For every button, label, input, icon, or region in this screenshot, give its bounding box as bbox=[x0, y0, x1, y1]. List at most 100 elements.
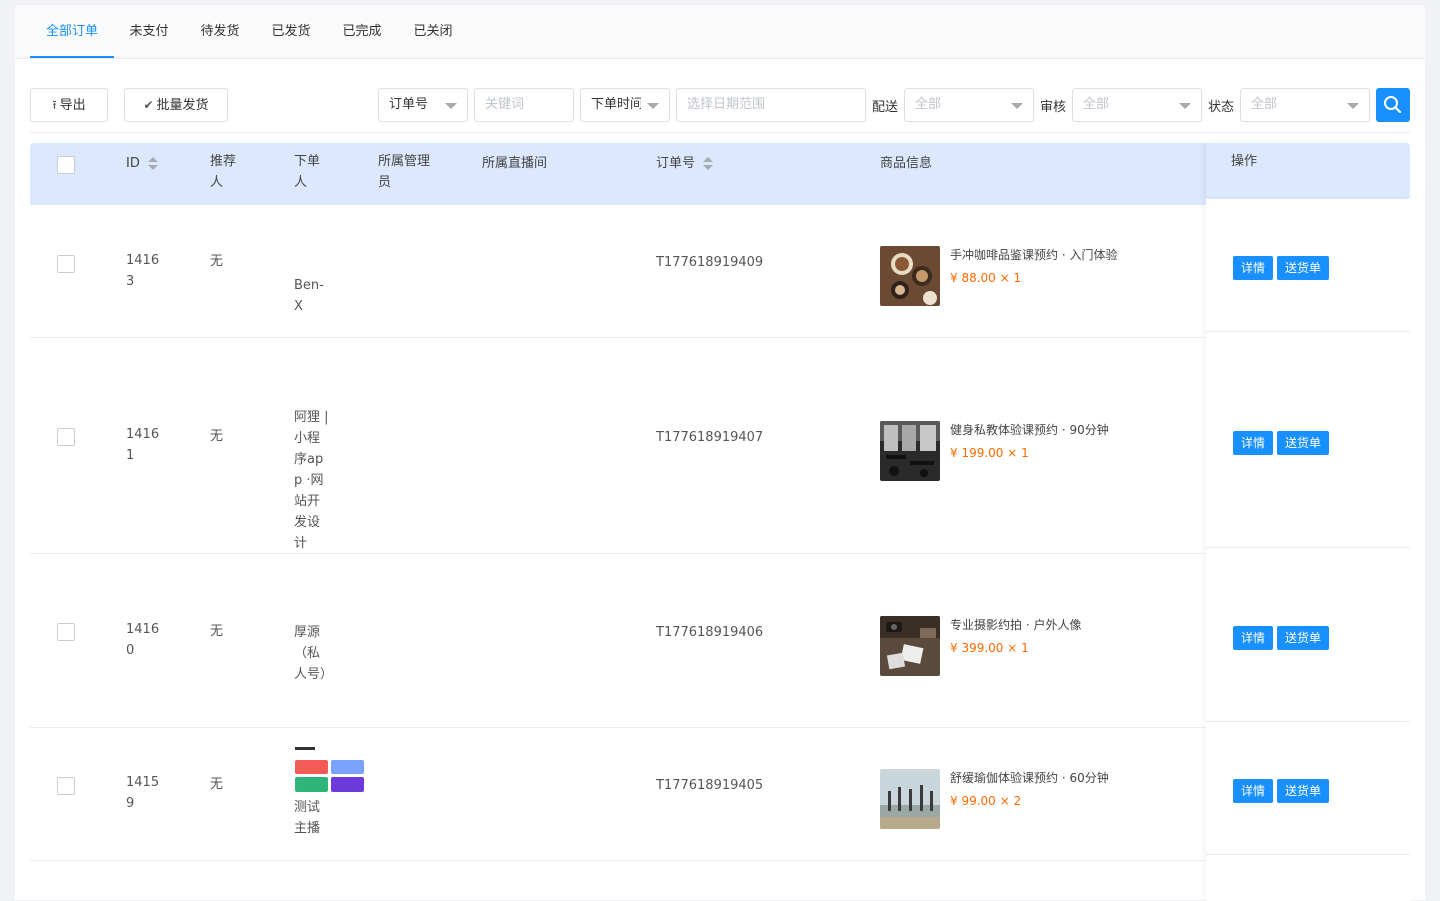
table-row: 14159 无 测试主播 T177618919405 舒缓瑜伽体验课预约 · 6… bbox=[30, 728, 1206, 861]
cell-price: ¥ 399.00 × 1 bbox=[950, 641, 1029, 655]
row-checkbox[interactable] bbox=[57, 255, 75, 273]
date-range-input[interactable]: 选择日期范围 bbox=[676, 88, 866, 122]
time-select[interactable]: 下单时间 bbox=[580, 88, 670, 122]
sort-icon[interactable] bbox=[703, 156, 714, 171]
status-label: 状态 bbox=[1208, 100, 1235, 115]
row-actions bbox=[1206, 855, 1410, 901]
chevron-down-icon bbox=[445, 103, 457, 109]
cell-price: ¥ 88.00 × 1 bbox=[950, 271, 1022, 285]
chevron-down-icon bbox=[1011, 103, 1023, 109]
row-checkbox[interactable] bbox=[57, 623, 75, 641]
th-id[interactable]: ID bbox=[126, 153, 158, 174]
delivery-select-value: 全部 bbox=[915, 97, 942, 112]
cell-referrer: 无 bbox=[210, 777, 224, 792]
cell-buyer: Ben-X bbox=[294, 278, 324, 314]
chevron-down-icon bbox=[1347, 103, 1359, 109]
tab-closed[interactable]: 已关闭 bbox=[405, 5, 461, 58]
product-thumbnail-yoga bbox=[880, 769, 940, 829]
th-referrer: 推荐人 bbox=[210, 154, 237, 190]
ship-note-button[interactable]: 送货单 bbox=[1277, 779, 1329, 803]
cell-id: 14159 bbox=[126, 775, 160, 811]
table-row bbox=[30, 861, 1206, 901]
tab-completed[interactable]: 已完成 bbox=[334, 5, 390, 58]
cell-product-name: 专业摄影约拍 · 户外人像 bbox=[950, 618, 1082, 632]
ship-note-button[interactable]: 送货单 bbox=[1277, 626, 1329, 650]
cell-referrer: 无 bbox=[210, 624, 224, 639]
detail-button[interactable]: 详情 bbox=[1233, 431, 1273, 455]
tab-unpaid[interactable]: 未支付 bbox=[121, 5, 177, 58]
row-actions: 详情 送货单 bbox=[1206, 722, 1410, 855]
detail-button[interactable]: 详情 bbox=[1233, 626, 1273, 650]
check-circle-icon: ✔ bbox=[143, 98, 154, 112]
date-range-placeholder: 选择日期范围 bbox=[687, 97, 766, 112]
product-thumbnail-gym bbox=[880, 421, 940, 481]
th-order-no-label: 订单号 bbox=[656, 156, 696, 171]
detail-button[interactable]: 详情 bbox=[1233, 256, 1273, 280]
sort-icon[interactable] bbox=[147, 156, 158, 171]
cell-id: 14160 bbox=[126, 622, 160, 658]
detail-button[interactable]: 详情 bbox=[1233, 779, 1273, 803]
row-actions: 详情 送货单 bbox=[1206, 548, 1410, 722]
status-select[interactable]: 全部 bbox=[1240, 88, 1370, 122]
cell-buyer: 测试主播 bbox=[294, 800, 321, 836]
th-buyer: 下单人 bbox=[294, 154, 321, 190]
keyword-input[interactable]: 关键词 bbox=[474, 88, 574, 122]
table-row: 14161 无 阿狸 | 小程序app ·网站开发设计 T17761891940… bbox=[30, 338, 1206, 554]
batch-ship-button[interactable]: ✔ 批量发货 bbox=[124, 88, 228, 122]
tab-all-orders[interactable]: 全部订单 bbox=[30, 5, 114, 58]
product-thumbnail-photo bbox=[880, 616, 940, 676]
order-panel: 全部订单 未支付 待发货 已发货 已完成 已关闭 ⭱ 导出 ✔ 批量发货 订单号 关… bbox=[15, 5, 1425, 901]
th-manager: 所属管理员 bbox=[378, 154, 431, 190]
cell-order-no: T177618919406 bbox=[656, 625, 764, 640]
cell-order-no: T177618919405 bbox=[656, 778, 764, 793]
cell-id: 14163 bbox=[126, 253, 160, 289]
th-order-no[interactable]: 订单号 bbox=[656, 153, 714, 174]
cell-order-no: T177618919407 bbox=[656, 430, 764, 445]
keyword-placeholder: 关键词 bbox=[485, 97, 525, 112]
th-action: 操作 bbox=[1231, 154, 1258, 169]
review-select[interactable]: 全部 bbox=[1072, 88, 1202, 122]
product-thumbnail-coffee bbox=[880, 246, 940, 306]
table-header: ID 推荐人 下单人 所属管理员 所属直播间 订单号 商品信息 bbox=[30, 143, 1206, 205]
th-product: 商品信息 bbox=[880, 156, 933, 171]
row-actions: 详情 送货单 bbox=[1206, 199, 1410, 332]
order-no-select[interactable]: 订单号 bbox=[378, 88, 468, 122]
review-select-value: 全部 bbox=[1083, 97, 1110, 112]
table-header-action: 操作 bbox=[1206, 143, 1410, 199]
cell-product-name: 手冲咖啡品鉴课预约 · 入门体验 bbox=[950, 248, 1118, 262]
cell-product-name: 健身私教体验课预约 · 90分钟 bbox=[950, 423, 1109, 437]
batch-ship-label: 批量发货 bbox=[156, 98, 209, 113]
select-all-checkbox[interactable] bbox=[57, 156, 75, 174]
review-label: 审核 bbox=[1040, 100, 1067, 115]
tab-shipped[interactable]: 已发货 bbox=[263, 5, 319, 58]
table-row: 14163 无 Ben-X T177618919409 手冲咖啡品鉴课预约 · … bbox=[30, 205, 1206, 338]
cell-price: ¥ 199.00 × 1 bbox=[950, 446, 1029, 460]
cell-product-name: 舒缓瑜伽体验课预约 · 60分钟 bbox=[950, 771, 1109, 785]
export-button[interactable]: ⭱ 导出 bbox=[30, 88, 108, 122]
time-select-value: 下单时间 bbox=[591, 97, 641, 112]
chevron-down-icon bbox=[1179, 103, 1191, 109]
order-tabs: 全部订单 未支付 待发货 已发货 已完成 已关闭 bbox=[15, 5, 1425, 59]
ship-note-button[interactable]: 送货单 bbox=[1277, 431, 1329, 455]
toolbar-divider bbox=[30, 132, 1410, 133]
table-row: 14160 无 厚源 （私人号） T177618919406 专业摄影约拍 · … bbox=[30, 554, 1206, 728]
search-button[interactable] bbox=[1376, 88, 1410, 122]
search-icon bbox=[1384, 96, 1402, 114]
cell-buyer: 厚源 （私人号） bbox=[294, 625, 334, 682]
tab-to-ship[interactable]: 待发货 bbox=[192, 5, 248, 58]
cell-referrer: 无 bbox=[210, 429, 224, 444]
buyer-avatar-screenshot bbox=[294, 746, 366, 798]
th-live-room: 所属直播间 bbox=[482, 156, 548, 171]
cell-price: ¥ 99.00 × 2 bbox=[950, 794, 1022, 808]
cell-referrer: 无 bbox=[210, 254, 224, 269]
export-icon: ⭱ bbox=[52, 98, 57, 112]
delivery-select[interactable]: 全部 bbox=[904, 88, 1034, 122]
export-label: 导出 bbox=[59, 98, 86, 113]
cell-buyer: 阿狸 | 小程序app ·网站开发设计 bbox=[294, 410, 329, 551]
ship-note-button[interactable]: 送货单 bbox=[1277, 256, 1329, 280]
chevron-down-icon bbox=[647, 103, 659, 109]
status-select-value: 全部 bbox=[1251, 97, 1278, 112]
row-checkbox[interactable] bbox=[57, 777, 75, 795]
row-actions: 详情 送货单 bbox=[1206, 332, 1410, 548]
row-checkbox[interactable] bbox=[57, 428, 75, 446]
